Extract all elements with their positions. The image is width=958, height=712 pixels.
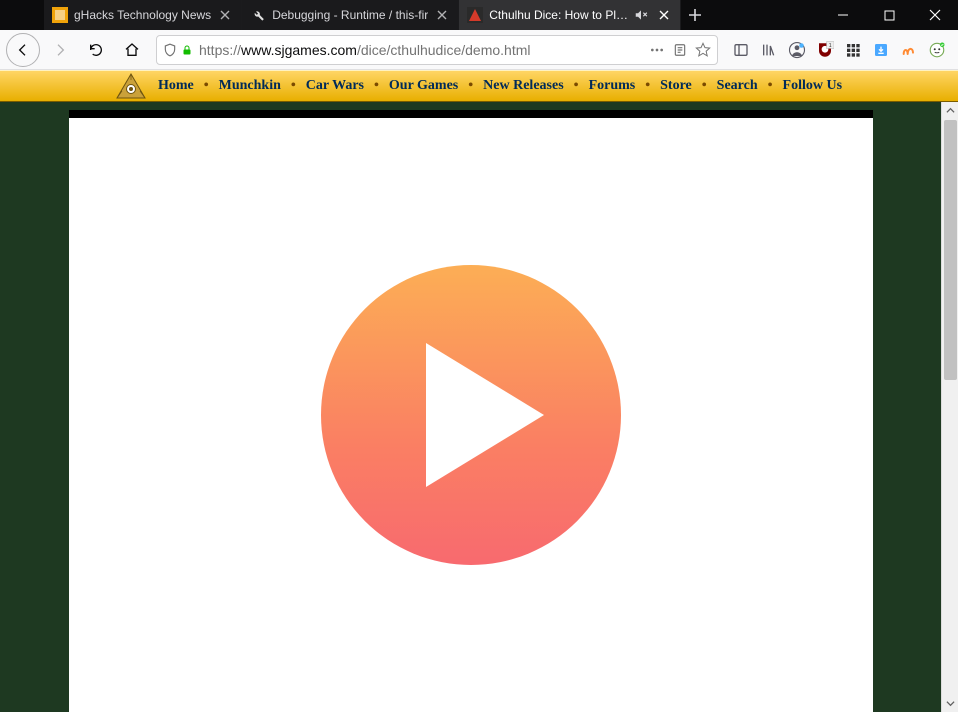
nav-newreleases[interactable]: New Releases — [483, 78, 563, 94]
reload-button[interactable] — [80, 34, 112, 66]
more-icon[interactable] — [649, 42, 665, 58]
bookmark-star-icon[interactable] — [695, 42, 711, 58]
back-button[interactable] — [6, 33, 40, 67]
nav-munchkin[interactable]: Munchkin — [219, 78, 281, 94]
favicon-sjgames — [467, 7, 483, 23]
address-bar[interactable]: https://www.sjgames.com/dice/cthulhudice… — [156, 35, 718, 65]
pyramid-logo-icon[interactable] — [116, 73, 146, 99]
nav-followus[interactable]: Follow Us — [783, 78, 843, 94]
page-action-icons — [649, 42, 711, 58]
svg-text:1: 1 — [829, 43, 832, 49]
scroll-down-icon[interactable] — [942, 695, 958, 712]
titlebar: gHacks Technology News Debugging - Runti… — [0, 0, 958, 30]
play-button[interactable] — [321, 265, 621, 565]
nav-home[interactable]: Home — [158, 78, 194, 94]
url-host: www.sjgames.com — [241, 42, 357, 58]
nav-ourgames[interactable]: Our Games — [389, 78, 458, 94]
site-identity[interactable] — [163, 43, 193, 57]
shield-icon — [163, 43, 177, 57]
close-icon[interactable] — [434, 7, 450, 23]
ext-download-icon[interactable] — [870, 39, 892, 61]
site-nav-bar: Home• Munchkin• Car Wars• Our Games• New… — [0, 70, 958, 102]
scroll-up-icon[interactable] — [942, 102, 958, 119]
wrench-icon — [250, 7, 266, 23]
forward-button[interactable] — [44, 34, 76, 66]
tab-1[interactable]: Debugging - Runtime / this-fir — [242, 0, 459, 30]
window-close-button[interactable] — [912, 0, 958, 30]
nav-search[interactable]: Search — [717, 78, 758, 94]
new-tab-button[interactable] — [681, 0, 709, 30]
video-canvas[interactable] — [69, 118, 873, 712]
tab-label: gHacks Technology News — [74, 8, 211, 22]
url-path: /dice/cthulhudice/demo.html — [357, 42, 531, 58]
play-icon — [426, 343, 544, 487]
content-viewport — [0, 102, 941, 712]
ext-library-icon[interactable] — [758, 39, 780, 61]
lock-icon — [181, 43, 193, 57]
nav-forums[interactable]: Forums — [589, 78, 636, 94]
tab-2[interactable]: Cthulhu Dice: How to Play — [459, 0, 681, 30]
favicon-ghacks — [52, 7, 68, 23]
ext-greasemonkey-icon[interactable] — [926, 39, 948, 61]
tab-0[interactable]: gHacks Technology News — [44, 0, 242, 30]
ext-sidebar-icon[interactable] — [730, 39, 752, 61]
ext-grid-icon[interactable] — [842, 39, 864, 61]
toolbar-extensions: 1 — [726, 39, 952, 61]
reader-icon[interactable] — [673, 42, 687, 58]
vertical-scrollbar[interactable] — [941, 102, 958, 712]
tab-strip: gHacks Technology News Debugging - Runti… — [0, 0, 820, 30]
close-icon[interactable] — [217, 7, 233, 23]
url-text: https://www.sjgames.com/dice/cthulhudice… — [199, 42, 643, 58]
ext-ublock-icon[interactable]: 1 — [814, 39, 836, 61]
nav-carwars[interactable]: Car Wars — [306, 78, 364, 94]
ext-account-icon[interactable] — [786, 39, 808, 61]
tab-label: Debugging - Runtime / this-fir — [272, 8, 428, 22]
close-icon[interactable] — [656, 7, 672, 23]
mute-icon[interactable] — [634, 8, 650, 22]
home-button[interactable] — [116, 34, 148, 66]
scroll-thumb[interactable] — [944, 120, 957, 380]
window-controls — [820, 0, 958, 30]
page-body — [0, 102, 958, 712]
maximize-button[interactable] — [866, 0, 912, 30]
tab-label: Cthulhu Dice: How to Play — [489, 8, 628, 22]
ext-gesture-icon[interactable] — [898, 39, 920, 61]
video-frame — [69, 110, 873, 712]
url-scheme: https:// — [199, 42, 241, 58]
nav-store[interactable]: Store — [660, 78, 692, 94]
nav-toolbar: https://www.sjgames.com/dice/cthulhudice… — [0, 30, 958, 70]
minimize-button[interactable] — [820, 0, 866, 30]
